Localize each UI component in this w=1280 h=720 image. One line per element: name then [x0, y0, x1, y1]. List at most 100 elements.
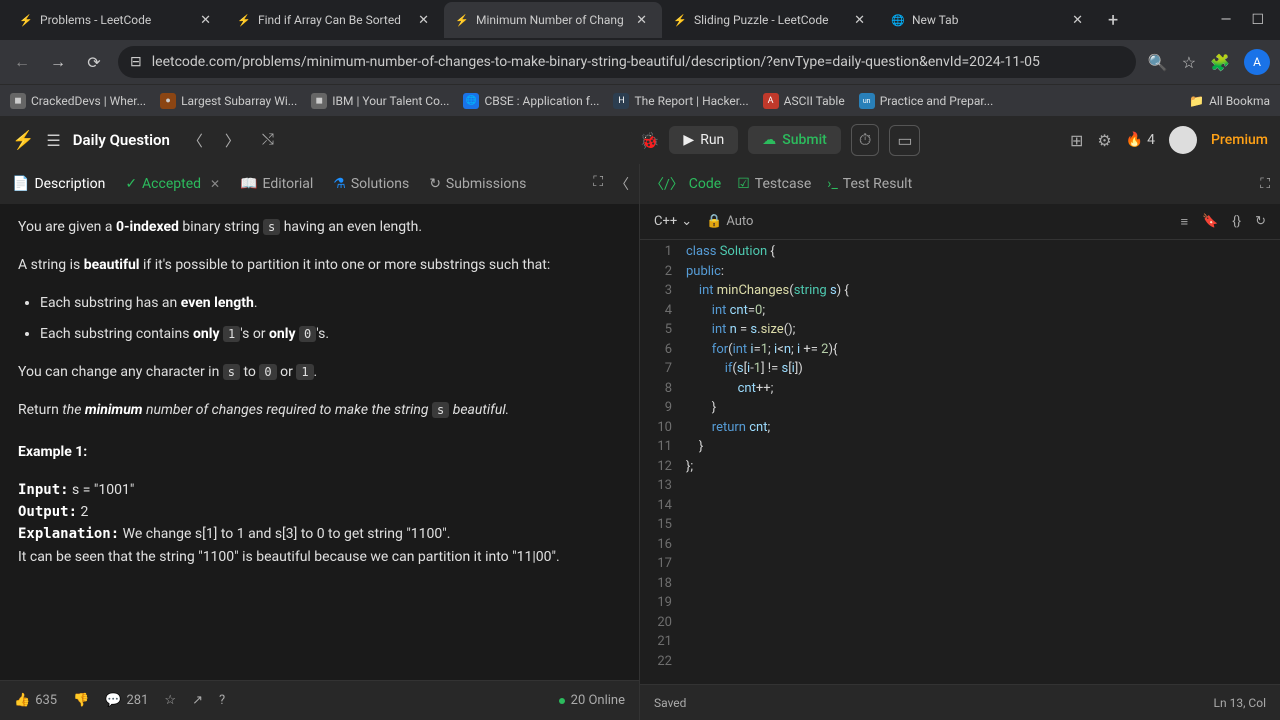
- shuffle-button[interactable]: ⤭: [256, 126, 280, 155]
- timer-icon[interactable]: ⏱: [851, 124, 879, 156]
- daily-question-label[interactable]: Daily Question: [73, 131, 170, 149]
- chevron-down-icon: ⌄: [681, 214, 692, 229]
- fullscreen-icon[interactable]: ⛶: [593, 174, 603, 194]
- bookmark-item[interactable]: ◼IBM | Your Talent Co...: [311, 93, 449, 109]
- zoom-icon[interactable]: 🔍: [1148, 53, 1168, 72]
- notes-icon[interactable]: ▭: [889, 125, 920, 156]
- all-bookmarks-button[interactable]: 📁 All Bookma: [1189, 94, 1270, 108]
- bookmark-star-icon[interactable]: ☆: [1182, 53, 1196, 72]
- autocomplete-toggle[interactable]: 🔒Auto: [706, 214, 753, 229]
- tab-submissions[interactable]: ↻Submissions: [427, 172, 528, 196]
- forward-button[interactable]: →: [46, 52, 70, 72]
- flame-icon: 🔥: [1126, 132, 1143, 148]
- problem-description[interactable]: You are given a 0-indexed binary string …: [0, 204, 639, 680]
- reload-button[interactable]: ⟳: [82, 53, 106, 72]
- folder-icon: 📁: [1189, 94, 1204, 108]
- check-icon: ✓: [125, 176, 137, 192]
- run-button[interactable]: ▶Run: [669, 126, 738, 154]
- braces-icon[interactable]: {}: [1232, 214, 1241, 230]
- tab-accepted[interactable]: ✓Accepted✕: [123, 172, 222, 196]
- comments-button[interactable]: 💬281: [105, 693, 148, 708]
- tab-close-icon[interactable]: ✕: [849, 11, 870, 30]
- favicon-icon: ⚡: [672, 12, 688, 28]
- share-button[interactable]: ↗: [192, 693, 203, 708]
- browser-tab-active[interactable]: ⚡ Minimum Number of Chang ✕: [444, 2, 662, 38]
- maximize-icon[interactable]: ☐: [1251, 12, 1264, 28]
- language-select[interactable]: C++⌄: [654, 214, 692, 229]
- reset-icon[interactable]: ↻: [1255, 214, 1266, 230]
- avatar-letter: A: [1253, 55, 1261, 69]
- bookmark-item[interactable]: ◼CrackedDevs | Wher...: [10, 93, 146, 109]
- url-input[interactable]: ⊟ leetcode.com/problems/minimum-number-o…: [118, 46, 1136, 78]
- leetcode-logo-icon[interactable]: ⚡: [12, 130, 34, 151]
- tab-close-icon[interactable]: ✕: [1067, 11, 1088, 30]
- all-bookmarks-label: All Bookma: [1209, 94, 1270, 108]
- format-icon[interactable]: ≡: [1181, 214, 1189, 230]
- browser-tab[interactable]: ⚡ Find if Array Can Be Sorted ✕: [226, 2, 444, 38]
- extensions-icon[interactable]: 🧩: [1210, 53, 1230, 72]
- browser-tab[interactable]: 🌐 New Tab ✕: [880, 2, 1098, 38]
- bookmark-item[interactable]: HThe Report | Hacker...: [613, 93, 748, 109]
- tab-testresult[interactable]: ›_Test Result: [827, 176, 912, 192]
- problem-pane: 📄 Description ✓Accepted✕ 📖Editorial ⚗Solu…: [0, 164, 640, 720]
- browser-tab[interactable]: ⚡ Sliding Puzzle - LeetCode ✕: [662, 2, 880, 38]
- premium-link[interactable]: Premium: [1211, 132, 1268, 148]
- favorite-button[interactable]: ☆: [164, 693, 176, 708]
- tab-solutions[interactable]: ⚗Solutions: [331, 172, 411, 196]
- debug-icon[interactable]: 🐞: [639, 131, 659, 150]
- terminal-icon: ›_: [827, 176, 838, 192]
- tab-title: New Tab: [912, 13, 1061, 27]
- streak-counter[interactable]: 🔥4: [1126, 132, 1155, 148]
- like-button[interactable]: 👍635: [14, 693, 57, 708]
- bookmark-favicon-icon: ●: [160, 93, 176, 109]
- code-content[interactable]: class Solution { public: int minChanges(…: [682, 240, 1280, 684]
- cursor-position: Ln 13, Col: [1214, 696, 1266, 710]
- next-problem-button[interactable]: 〉: [219, 126, 246, 155]
- layout-icon[interactable]: ⊞: [1070, 131, 1083, 150]
- tab-code[interactable]: 〈/〉Code: [650, 174, 721, 194]
- minimize-icon[interactable]: —: [1221, 12, 1232, 28]
- problem-list-icon[interactable]: ☰: [46, 131, 60, 150]
- code-editor[interactable]: 12345678910111213141516171819202122 clas…: [640, 240, 1280, 684]
- new-tab-button[interactable]: +: [1098, 6, 1128, 35]
- back-button[interactable]: ←: [10, 52, 34, 72]
- collapse-icon[interactable]: 〈: [615, 174, 629, 194]
- check-square-icon: ☑: [737, 176, 750, 192]
- tab-close-icon[interactable]: ✕: [631, 11, 652, 30]
- prev-problem-button[interactable]: 〈: [182, 126, 209, 155]
- tab-label: Description: [34, 176, 105, 192]
- dislike-button[interactable]: 👎: [73, 693, 89, 708]
- description-icon: 📄: [12, 176, 29, 192]
- bookmark-item[interactable]: ●Largest Subarray Wi...: [160, 93, 297, 109]
- help-button[interactable]: ?: [219, 693, 225, 708]
- tab-testcase[interactable]: ☑ Testcase: [737, 176, 811, 192]
- online-indicator: 20 Online: [559, 693, 625, 708]
- settings-icon[interactable]: ⚙: [1097, 131, 1111, 150]
- maximize-pane-icon[interactable]: ⛶: [1260, 176, 1270, 192]
- book-icon: 📖: [240, 176, 257, 192]
- bookmarks-bar: ◼CrackedDevs | Wher... ●Largest Subarray…: [0, 84, 1280, 116]
- url-text: leetcode.com/problems/minimum-number-of-…: [152, 54, 1124, 70]
- bookmark-item[interactable]: unPractice and Prepar...: [859, 93, 994, 109]
- problem-paragraph: Return the minimum number of changes req…: [18, 399, 621, 423]
- tab-label: Testcase: [755, 176, 812, 192]
- tab-editorial[interactable]: 📖Editorial: [238, 172, 315, 196]
- user-avatar[interactable]: [1169, 126, 1197, 154]
- close-icon[interactable]: ✕: [210, 177, 220, 191]
- example-block: Input: s = "1001" Output: 2 Explanation:…: [18, 479, 621, 569]
- tab-close-icon[interactable]: ✕: [195, 11, 216, 30]
- problem-paragraph: You can change any character in s to 0 o…: [18, 361, 621, 385]
- submit-button[interactable]: ☁Submit: [748, 126, 841, 154]
- bookmark-icon[interactable]: 🔖: [1202, 214, 1218, 230]
- play-icon: ▶: [683, 132, 694, 148]
- bookmark-item[interactable]: 🌐CBSE : Application f...: [463, 93, 599, 109]
- address-bar: ← → ⟳ ⊟ leetcode.com/problems/minimum-nu…: [0, 40, 1280, 84]
- site-info-icon[interactable]: ⊟: [130, 54, 142, 70]
- cloud-upload-icon: ☁: [762, 132, 776, 148]
- tab-description[interactable]: 📄 Description: [10, 172, 107, 196]
- browser-tab[interactable]: ⚡ Problems - LeetCode ✕: [8, 2, 226, 38]
- bookmark-item[interactable]: AASCII Table: [763, 93, 845, 109]
- profile-avatar[interactable]: A: [1244, 49, 1270, 75]
- favicon-icon: ⚡: [454, 12, 470, 28]
- tab-close-icon[interactable]: ✕: [413, 11, 434, 30]
